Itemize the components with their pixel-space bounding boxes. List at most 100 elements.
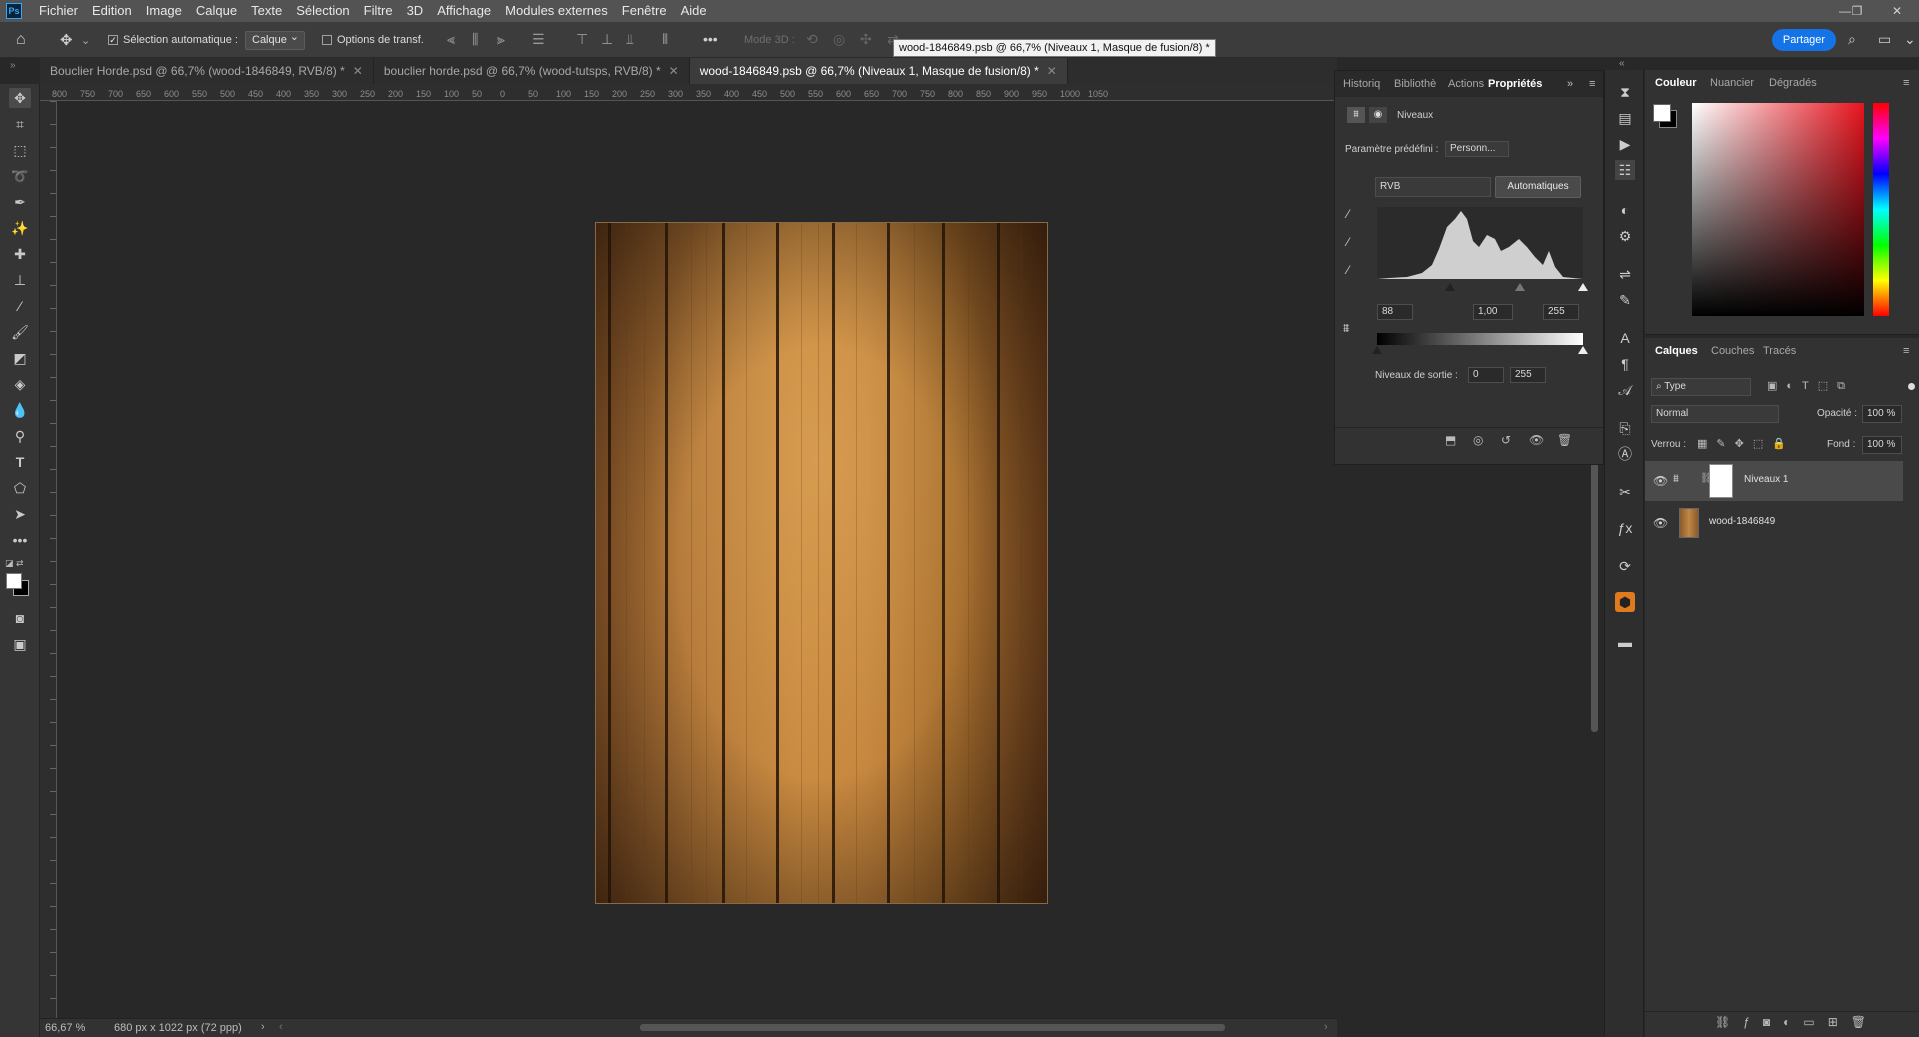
- paint-bucket-icon[interactable]: ◈: [9, 374, 31, 394]
- auto-select-target-select[interactable]: Calque: [245, 29, 305, 50]
- opacity-field[interactable]: 100 %: [1862, 405, 1902, 423]
- align-bottom-icon[interactable]: ⫫: [626, 31, 634, 48]
- layer-row[interactable]: 👁 wood-1846849: [1645, 503, 1903, 543]
- levels-adjustment-icon[interactable]: ⩩: [1347, 107, 1365, 123]
- clipping-warning-icon[interactable]: ⩩: [1343, 321, 1349, 336]
- input-black-field[interactable]: 88: [1377, 304, 1413, 320]
- scroll-right-icon[interactable]: ›: [1324, 1021, 1328, 1033]
- filter-toggle-icon[interactable]: [1908, 383, 1915, 390]
- align-top-icon[interactable]: ⊤: [576, 31, 588, 48]
- clip-to-layer-icon[interactable]: ⬒: [1445, 433, 1456, 447]
- blend-mode-select[interactable]: Normal: [1651, 405, 1779, 423]
- dodge-tool-icon[interactable]: ⚲: [9, 426, 31, 446]
- tab-proprietes[interactable]: Propriétés: [1488, 71, 1542, 97]
- zoom-level[interactable]: 66,67 %: [45, 1022, 85, 1034]
- adjustments-icon[interactable]: ◐: [1615, 200, 1635, 220]
- screen-mode-icon[interactable]: ▣: [9, 634, 31, 654]
- paragraph-icon[interactable]: ¶: [1615, 354, 1635, 374]
- visibility-icon[interactable]: 👁: [1529, 433, 1544, 447]
- white-input-slider[interactable]: [1578, 283, 1588, 291]
- black-output-slider[interactable]: [1372, 346, 1382, 354]
- reset-icon[interactable]: ↺: [1501, 433, 1511, 447]
- horizontal-scrollbar[interactable]: [640, 1024, 1225, 1031]
- collapse-toolbar-icon[interactable]: »: [10, 60, 16, 71]
- default-colors-icon[interactable]: ◪ ⇄: [5, 558, 24, 569]
- panel-menu-icon[interactable]: ≡: [1589, 71, 1595, 97]
- workspace-chevron-icon[interactable]: ⌄: [1904, 31, 1916, 48]
- output-white-field[interactable]: 255: [1510, 367, 1546, 383]
- move-tool-icon[interactable]: ✥: [60, 30, 73, 50]
- stamp-tool-icon[interactable]: ⊥: [9, 270, 31, 290]
- align-left-icon[interactable]: ⫷: [447, 31, 455, 48]
- black-point-eyedropper-icon[interactable]: ⁄: [1347, 207, 1349, 221]
- document-tab[interactable]: Bouclier Horde.psd @ 66,7% (wood-1846849…: [40, 58, 374, 84]
- crop-tool-icon[interactable]: ⌗: [9, 114, 31, 134]
- filter-icons[interactable]: ▣◐T⬚⧉: [1767, 379, 1854, 393]
- menu-selection[interactable]: Sélection: [289, 0, 356, 22]
- menu-3d[interactable]: 3D: [400, 0, 431, 22]
- scroll-left-icon[interactable]: ‹: [279, 1021, 283, 1033]
- clone-source-icon[interactable]: ⎘: [1615, 418, 1635, 438]
- tab-bibliotheques[interactable]: Bibliothè: [1394, 71, 1436, 97]
- eye-icon[interactable]: 👁: [1653, 516, 1668, 530]
- healing-brush-icon[interactable]: ✚: [9, 244, 31, 264]
- auto-select-checkbox[interactable]: ✓ Sélection automatique :: [108, 30, 238, 50]
- channel-select[interactable]: RVB: [1375, 177, 1491, 197]
- align-center-icon[interactable]: ⫼: [472, 31, 478, 48]
- tab-calques[interactable]: Calques: [1655, 338, 1698, 364]
- menu-modules-externes[interactable]: Modules externes: [498, 0, 615, 22]
- tab-traces[interactable]: Tracés: [1763, 338, 1796, 364]
- menu-aide[interactable]: Aide: [674, 0, 714, 22]
- workspace-icon[interactable]: ▭: [1878, 31, 1891, 48]
- foreground-color-swatch[interactable]: [6, 573, 22, 589]
- document-tab[interactable]: bouclier horde.psd @ 66,7% (wood-tutsps,…: [374, 58, 690, 84]
- menu-image[interactable]: Image: [139, 0, 189, 22]
- status-menu-chevron-icon[interactable]: ›: [261, 1021, 265, 1033]
- layer-name[interactable]: wood-1846849: [1709, 516, 1775, 527]
- tab-couleur[interactable]: Couleur: [1655, 70, 1697, 96]
- menu-calque[interactable]: Calque: [189, 0, 244, 22]
- input-white-field[interactable]: 255: [1543, 304, 1579, 320]
- restore-icon[interactable]: ❐: [1844, 0, 1870, 22]
- timeline-icon[interactable]: ⟳: [1615, 556, 1635, 576]
- input-gamma-field[interactable]: 1,00: [1473, 304, 1513, 320]
- white-output-slider[interactable]: [1578, 346, 1588, 354]
- eyedropper-icon[interactable]: ⁄: [9, 296, 31, 316]
- menu-affichage[interactable]: Affichage: [430, 0, 498, 22]
- tab-historique[interactable]: Historiq: [1343, 71, 1380, 97]
- lock-icons[interactable]: ▦✎✥⬚🔒: [1697, 437, 1795, 450]
- auto-button[interactable]: Automatiques: [1495, 176, 1581, 198]
- foreground-swatch[interactable]: [1653, 104, 1671, 122]
- quick-mask-icon[interactable]: ◙: [9, 608, 31, 628]
- blur-tool-icon[interactable]: 💧: [9, 400, 31, 420]
- close-window-icon[interactable]: ✕: [1884, 0, 1910, 22]
- direct-selection-icon[interactable]: ➤: [9, 504, 31, 524]
- tool-preset-chevron-icon[interactable]: ⌄: [81, 30, 90, 50]
- panel-menu-icon[interactable]: ≡: [1903, 338, 1909, 364]
- magic-wand-icon[interactable]: ✨: [9, 218, 31, 238]
- close-icon[interactable]: ✕: [353, 64, 363, 78]
- close-icon[interactable]: ✕: [669, 64, 679, 78]
- mask-icon[interactable]: ◉: [1369, 107, 1387, 123]
- fx-icon[interactable]: ƒx: [1615, 518, 1635, 538]
- layer-name[interactable]: Niveaux 1: [1744, 474, 1788, 485]
- search-icon[interactable]: ⌕: [1848, 31, 1856, 48]
- menu-texte[interactable]: Texte: [244, 0, 289, 22]
- layer-row-selected[interactable]: 👁 ⩩ ⛓ Niveaux 1: [1645, 461, 1903, 501]
- white-point-eyedropper-icon[interactable]: ⁄: [1347, 263, 1349, 277]
- layer-filter-select[interactable]: ⌕ Type: [1651, 378, 1751, 396]
- styles-icon[interactable]: ⚙: [1615, 226, 1635, 246]
- actions-play-icon[interactable]: ▶: [1615, 134, 1635, 154]
- tab-couches[interactable]: Couches: [1711, 338, 1754, 364]
- canvas-area[interactable]: [57, 101, 1337, 1018]
- document-tab-active[interactable]: wood-1846849.psb @ 66,7% (Niveaux 1, Mas…: [689, 58, 1068, 84]
- layer-footer-icons[interactable]: ⛓ƒ◙◐▭⊞🗑: [1715, 1015, 1879, 1029]
- notes-icon[interactable]: ▬: [1615, 632, 1635, 652]
- brush-settings-icon[interactable]: ⇌: [1615, 264, 1635, 284]
- share-button[interactable]: Partager: [1772, 29, 1836, 51]
- hue-slider[interactable]: [1873, 103, 1889, 316]
- glyphs-icon[interactable]: 𝒜: [1615, 380, 1635, 400]
- orbit-3d-icon[interactable]: ⟲: [806, 31, 818, 48]
- 3d-cube-icon[interactable]: ⬢: [1615, 592, 1635, 612]
- move-tool-icon[interactable]: ✥: [9, 88, 31, 108]
